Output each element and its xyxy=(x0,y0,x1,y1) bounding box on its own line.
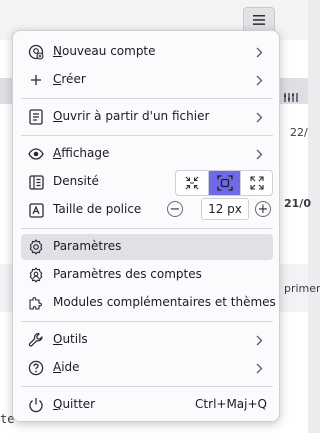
menu-item-view[interactable]: Affichage xyxy=(21,141,273,167)
keyboard-shortcut: Ctrl+Maj+Q xyxy=(195,397,267,411)
add-account-icon xyxy=(27,43,45,61)
menu-item-addons-themes[interactable]: Modules complémentaires et thèmes xyxy=(21,290,276,316)
addons-icon xyxy=(27,294,45,312)
eye-icon xyxy=(27,145,45,163)
relaxed-density-icon xyxy=(249,176,264,190)
density-normal-button[interactable] xyxy=(208,171,240,195)
font-size-decrease-button[interactable]: − xyxy=(167,201,183,217)
columns-icon[interactable] xyxy=(284,91,298,103)
menu-item-help[interactable]: Aide xyxy=(21,355,273,381)
menu-item-open-from-file[interactable]: Ouvrir à partir d'un fichier xyxy=(21,104,273,130)
font-size-icon xyxy=(27,201,45,219)
help-icon xyxy=(27,359,45,377)
menu-item-settings[interactable]: Paramètres xyxy=(21,234,273,260)
menu-separator xyxy=(21,321,273,322)
app-menu-panel: Nouveau compte Créer Ouvrir à partir d'u… xyxy=(12,30,280,422)
background-toolbar-text: primer xyxy=(284,282,320,295)
menu-item-label: Créer xyxy=(53,72,86,86)
account-settings-icon xyxy=(27,266,45,284)
menu-item-label: Affichage xyxy=(53,146,110,160)
menu-item-label: Paramètres des comptes xyxy=(53,267,202,281)
density-icon xyxy=(27,173,45,191)
hamburger-icon xyxy=(253,15,265,25)
menu-item-density: Densité xyxy=(21,169,273,196)
normal-density-icon xyxy=(216,175,233,191)
font-size-increase-button[interactable]: + xyxy=(255,201,271,217)
menu-item-font-size: Taille de police − 12 px + xyxy=(21,197,273,223)
density-relaxed-button[interactable] xyxy=(240,171,272,195)
menu-item-tools[interactable]: Outils xyxy=(21,327,273,353)
menu-item-quit[interactable]: Quitter Ctrl+Maj+Q xyxy=(21,392,273,418)
menu-item-new-account[interactable]: Nouveau compte xyxy=(21,39,273,65)
menu-item-label: Paramètres xyxy=(53,239,122,253)
menu-item-label: Nouveau compte xyxy=(53,44,156,58)
plus-icon xyxy=(27,71,45,89)
menu-separator xyxy=(21,228,273,229)
menu-item-label: Modules complémentaires et thèmes xyxy=(53,295,276,309)
chevron-right-icon xyxy=(253,71,265,89)
menu-item-label: Outils xyxy=(53,332,88,346)
font-size-value: 12 px xyxy=(201,198,249,220)
density-compact-button[interactable] xyxy=(176,171,208,195)
open-file-icon xyxy=(27,108,45,126)
menu-item-label: Densité xyxy=(53,174,99,188)
density-selector xyxy=(175,170,273,196)
menu-item-account-settings[interactable]: Paramètres des comptes xyxy=(21,262,273,288)
chevron-right-icon xyxy=(253,331,265,349)
chevron-right-icon xyxy=(253,43,265,61)
menu-item-label: Ouvrir à partir d'un fichier xyxy=(53,109,210,123)
menu-item-label: Taille de police xyxy=(53,202,142,216)
background-date-bold: 21/0 xyxy=(284,197,311,210)
wrench-icon xyxy=(27,331,45,349)
background-date: 22/ xyxy=(290,126,308,139)
chevron-right-icon xyxy=(253,108,265,126)
menu-separator xyxy=(21,386,273,387)
power-icon xyxy=(27,396,45,414)
menu-separator xyxy=(21,135,273,136)
menu-item-label: Aide xyxy=(53,360,80,374)
menu-item-label: Quitter xyxy=(53,397,96,411)
chevron-right-icon xyxy=(253,359,265,377)
chevron-right-icon xyxy=(253,145,265,163)
menu-item-create[interactable]: Créer xyxy=(21,67,273,93)
gear-icon xyxy=(27,238,45,256)
compact-density-icon xyxy=(185,176,199,190)
menu-separator xyxy=(21,98,273,99)
